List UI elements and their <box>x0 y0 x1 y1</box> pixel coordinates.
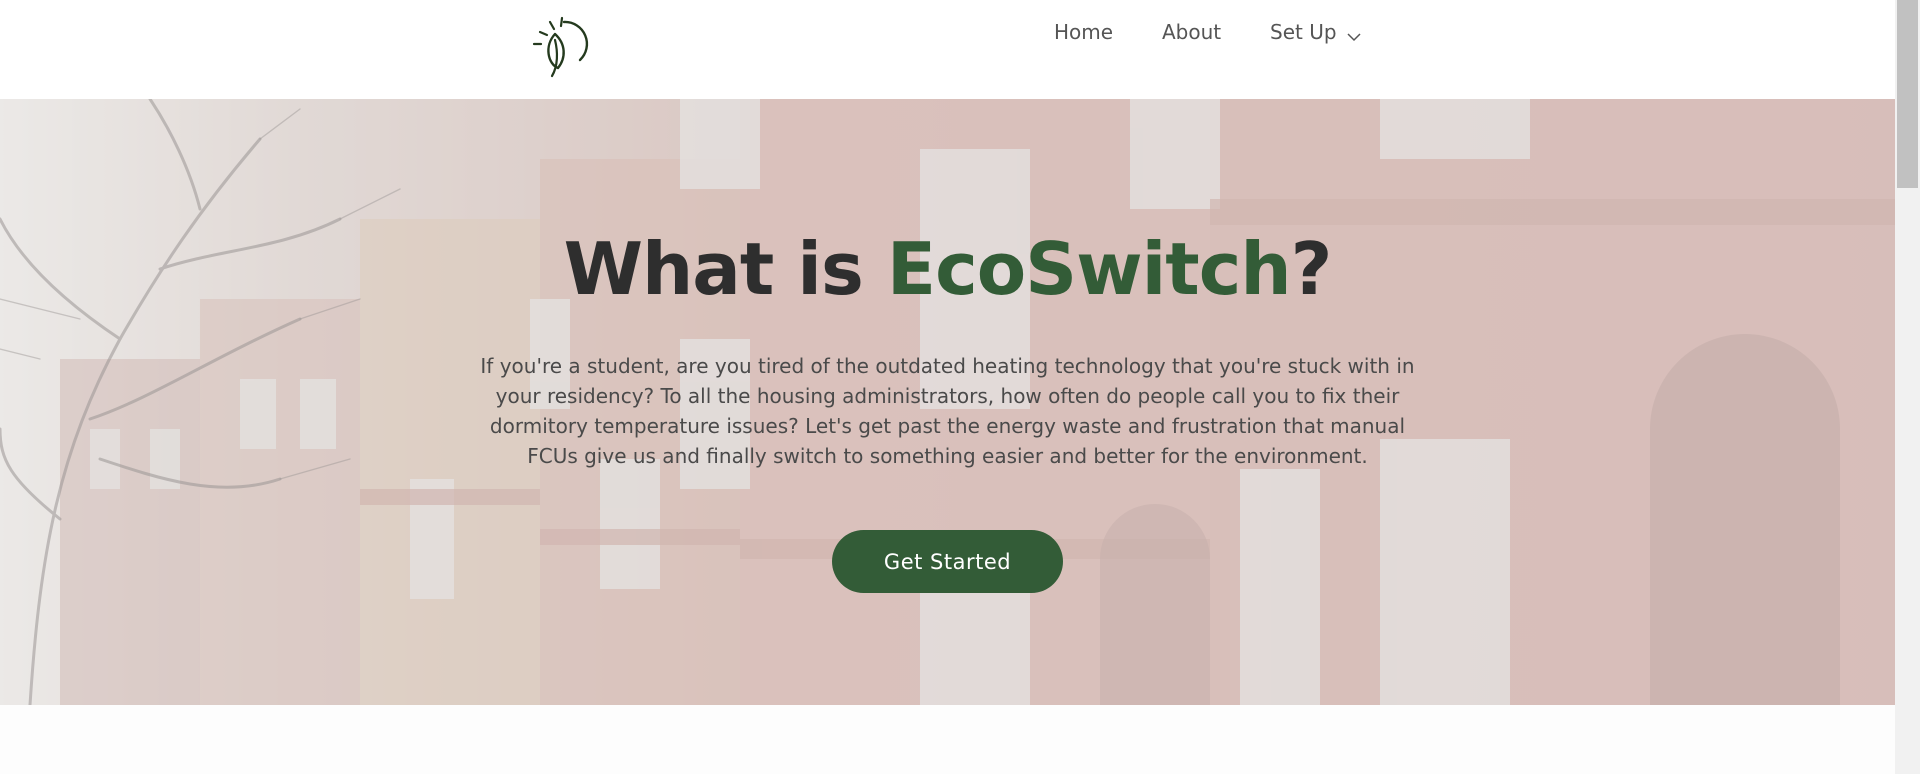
nav-home[interactable]: Home <box>1054 19 1113 45</box>
page-scrollbar[interactable] <box>1895 0 1920 774</box>
hero-section: What is EcoSwitch? If you're a student, … <box>0 99 1895 705</box>
hero-title-prefix: What is <box>563 227 887 311</box>
nav-setup-label: Set Up <box>1270 20 1337 44</box>
hero-description: If you're a student, are you tired of th… <box>480 354 1415 468</box>
next-section <box>0 705 1895 774</box>
site-header: Home About Set Up <box>0 0 1895 99</box>
nav-home-label: Home <box>1054 20 1114 44</box>
hero-title-suffix: ? <box>1290 227 1333 311</box>
scrollbar-thumb[interactable] <box>1897 0 1918 188</box>
get-started-button[interactable]: Get Started <box>832 530 1063 593</box>
hero-title: What is EcoSwitch? <box>0 227 1895 311</box>
nav-about[interactable]: About <box>1162 19 1221 45</box>
nav-about-label: About <box>1162 20 1222 44</box>
hero-title-brand: EcoSwitch <box>886 227 1292 311</box>
nav-setup-dropdown[interactable]: Set Up <box>1270 19 1361 45</box>
leaf-sun-icon[interactable] <box>528 16 592 80</box>
chevron-down-icon <box>1347 25 1361 42</box>
